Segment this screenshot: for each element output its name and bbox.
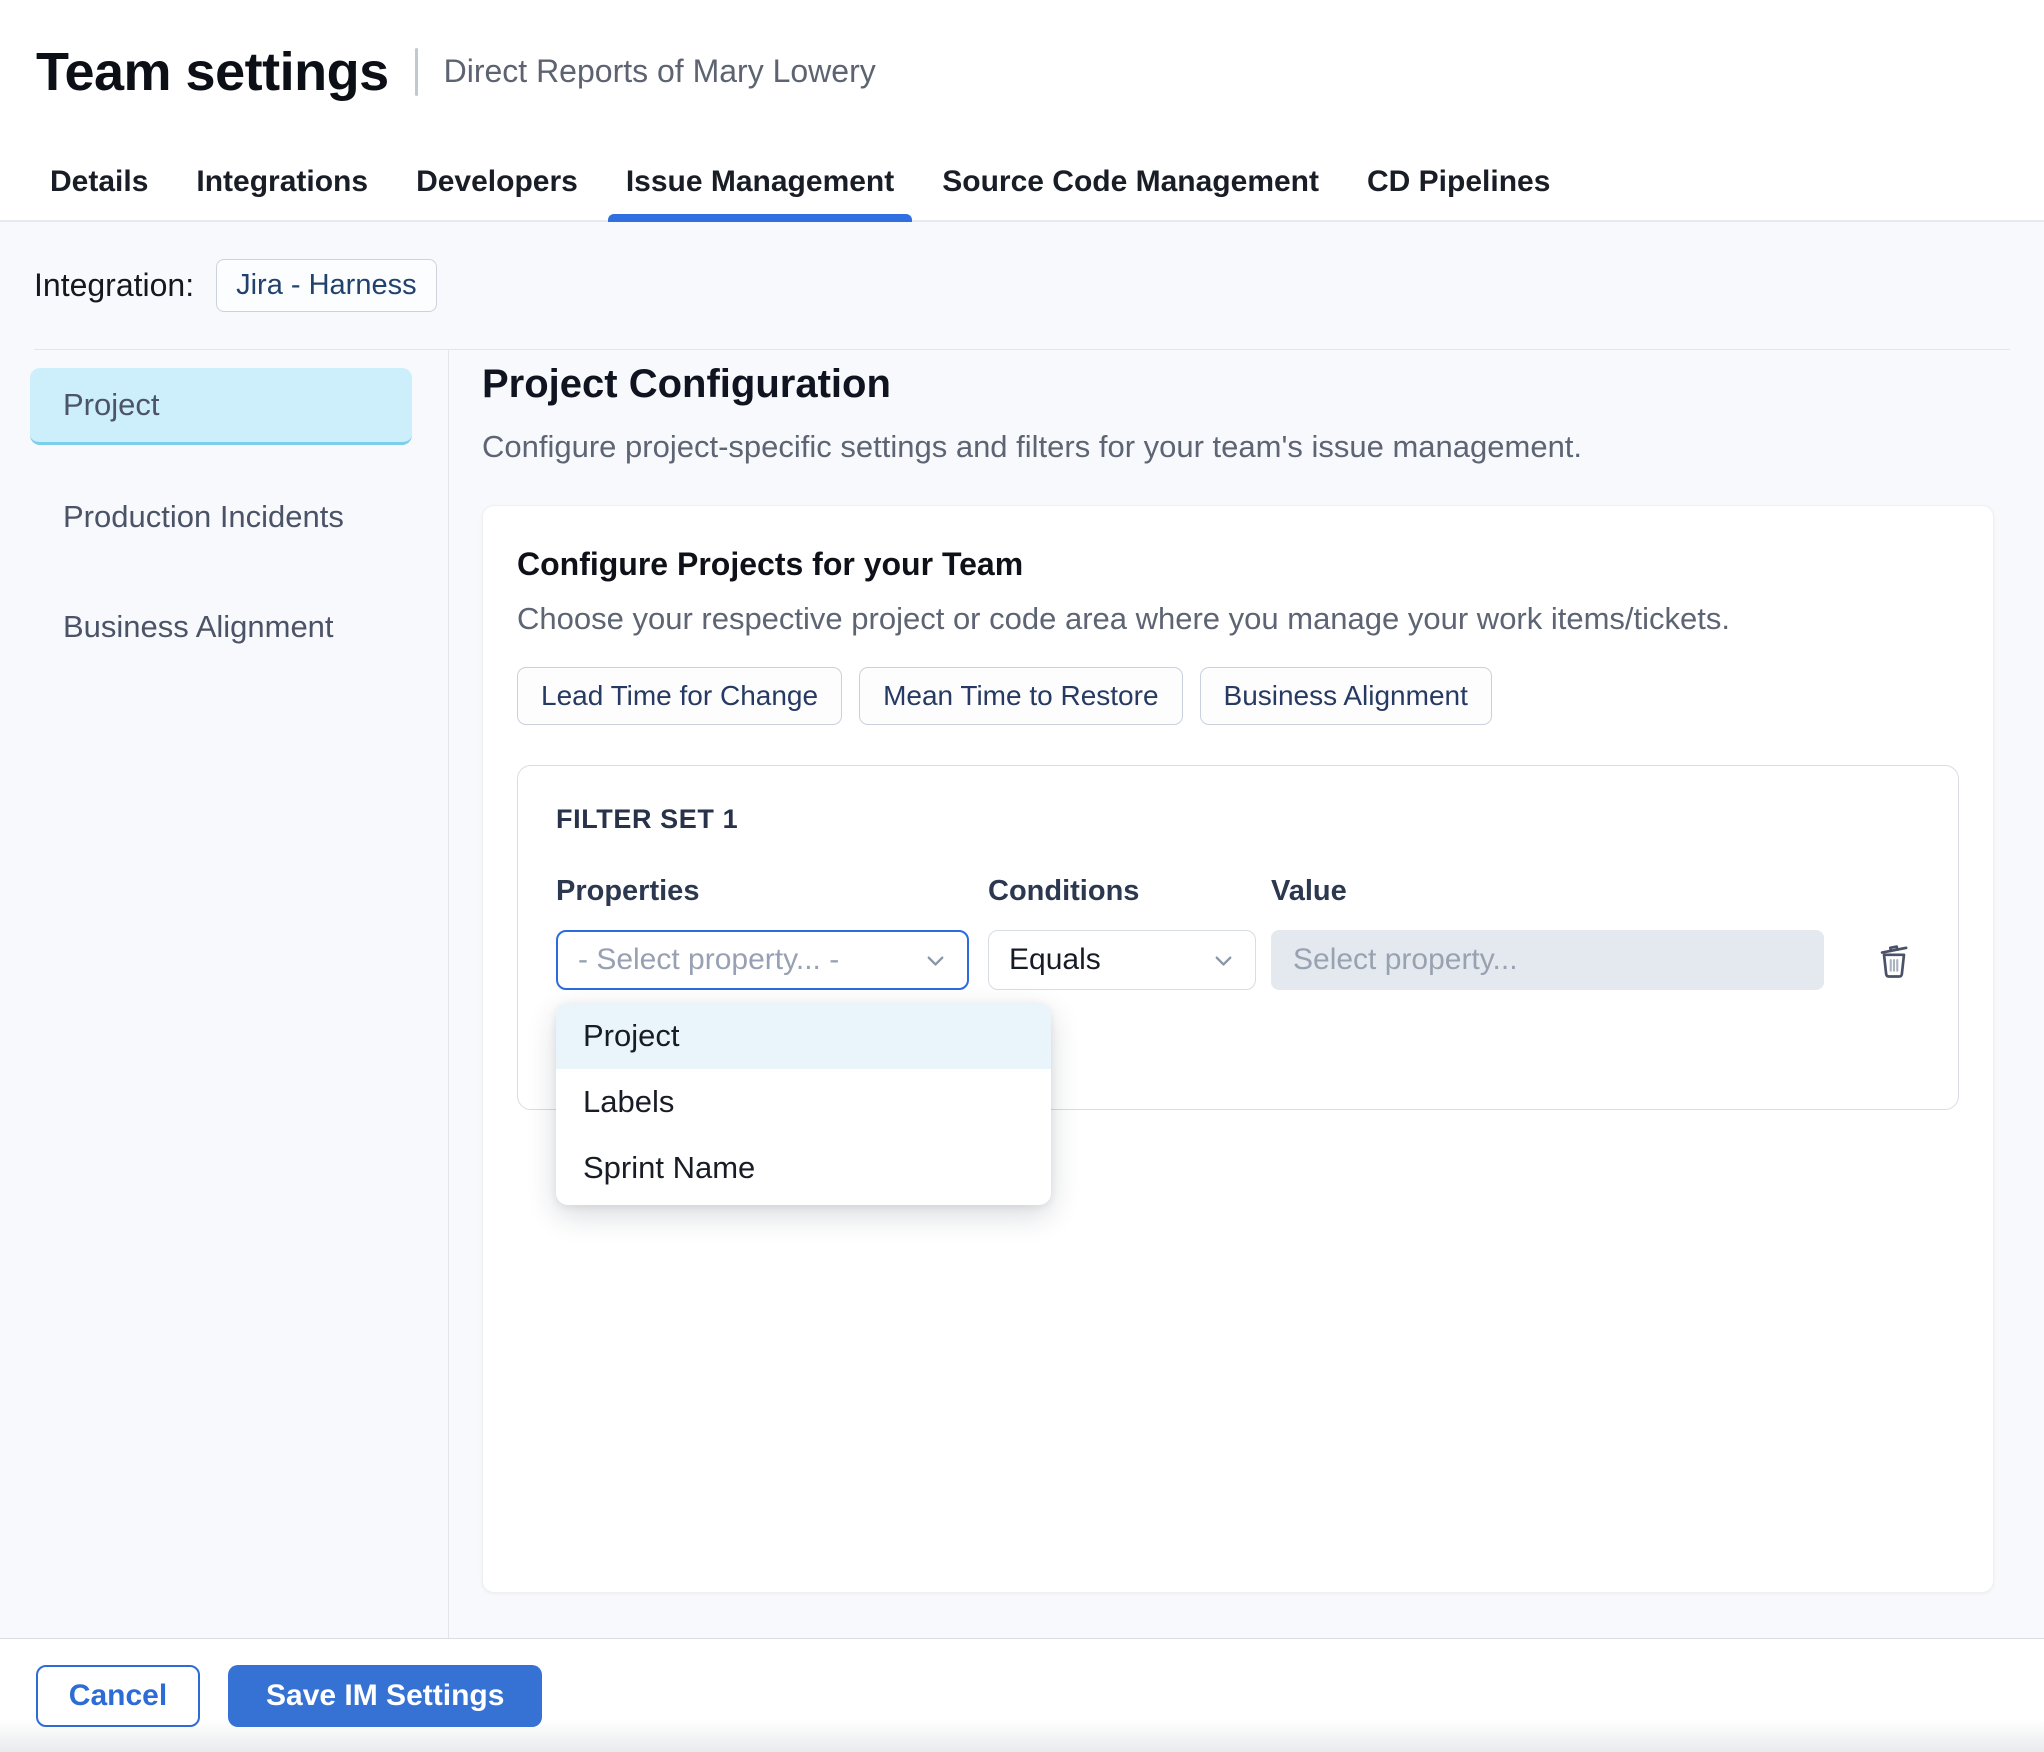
team-settings-page: Team settings Direct Reports of Mary Low… [0,0,2044,1752]
condition-select-value: Equals [1009,943,1101,977]
conditions-column-label: Conditions [988,875,1140,908]
condition-select[interactable]: Equals [988,930,1256,991]
property-select[interactable]: - Select property... - [556,930,969,991]
dropdown-option-labels[interactable]: Labels [556,1069,1051,1135]
tab-issue-management[interactable]: Issue Management [607,143,913,222]
value-input[interactable] [1271,930,1824,991]
metric-chip-group: Lead Time for Change Mean Time to Restor… [517,667,1959,726]
integration-bar: Integration: Jira - Harness [0,222,2044,350]
integration-chip[interactable]: Jira - Harness [216,259,437,312]
properties-column-label: Properties [556,875,700,908]
chip-mean-time-to-restore[interactable]: Mean Time to Restore [859,667,1183,726]
save-im-settings-button[interactable]: Save IM Settings [228,1664,543,1727]
sidebar-item-project[interactable]: Project [30,368,412,445]
integration-bar-inner: Integration: Jira - Harness [34,222,2010,350]
chevron-down-icon [927,956,944,966]
tab-source-code-management[interactable]: Source Code Management [942,143,1319,220]
main-content: Project Configuration Configure project-… [449,350,2044,1638]
sidebar-item-business-alignment[interactable]: Business Alignment [30,588,412,665]
property-dropdown: Project Labels Sprint Name [556,1003,1051,1206]
page-header: Team settings Direct Reports of Mary Low… [0,0,2044,143]
filter-row: Properties - Select property... - Condit… [556,875,1920,991]
content-body: Project Production Incidents Business Al… [0,350,2044,1638]
page-subtitle: Direct Reports of Mary Lowery [443,53,876,89]
tab-cd-pipelines[interactable]: CD Pipelines [1367,143,1550,220]
properties-column: Properties - Select property... - [556,875,969,991]
chip-lead-time-for-change[interactable]: Lead Time for Change [517,667,843,726]
delete-filter-button[interactable] [1868,930,1920,990]
conditions-column: Conditions Equals [988,875,1256,991]
chip-business-alignment[interactable]: Business Alignment [1199,667,1492,726]
value-column: Value [1271,875,1824,991]
dropdown-option-project[interactable]: Project [556,1003,1051,1070]
tab-bar: Details Integrations Developers Issue Ma… [0,143,2044,222]
tab-developers[interactable]: Developers [416,143,578,220]
tab-details[interactable]: Details [50,143,148,220]
page-title: Team settings [36,41,389,102]
sidebar-item-production-incidents[interactable]: Production Incidents [30,478,412,555]
filter-set-title: FILTER SET 1 [556,804,739,835]
sidebar: Project Production Incidents Business Al… [0,350,449,1638]
dropdown-option-sprint-name[interactable]: Sprint Name [556,1135,1051,1201]
section-title: Project Configuration [482,362,891,406]
trash-icon [1880,945,1908,979]
chevron-down-icon [1215,956,1232,966]
section-description: Configure project-specific settings and … [482,429,1583,464]
property-select-placeholder: - Select property... - [578,943,840,977]
tab-integrations[interactable]: Integrations [196,143,368,220]
card-description: Choose your respective project or code a… [517,601,1731,636]
cancel-button[interactable]: Cancel [36,1664,200,1727]
value-column-label: Value [1271,875,1347,908]
title-divider [414,47,418,96]
integration-label: Integration: [34,267,195,303]
card-title: Configure Projects for your Team [517,546,1024,582]
footer-bar: Cancel Save IM Settings [0,1638,2044,1752]
project-config-card: Configure Projects for your Team Choose … [482,505,1994,1593]
filter-set-panel: FILTER SET 1 Properties - Select propert… [517,765,1959,1206]
